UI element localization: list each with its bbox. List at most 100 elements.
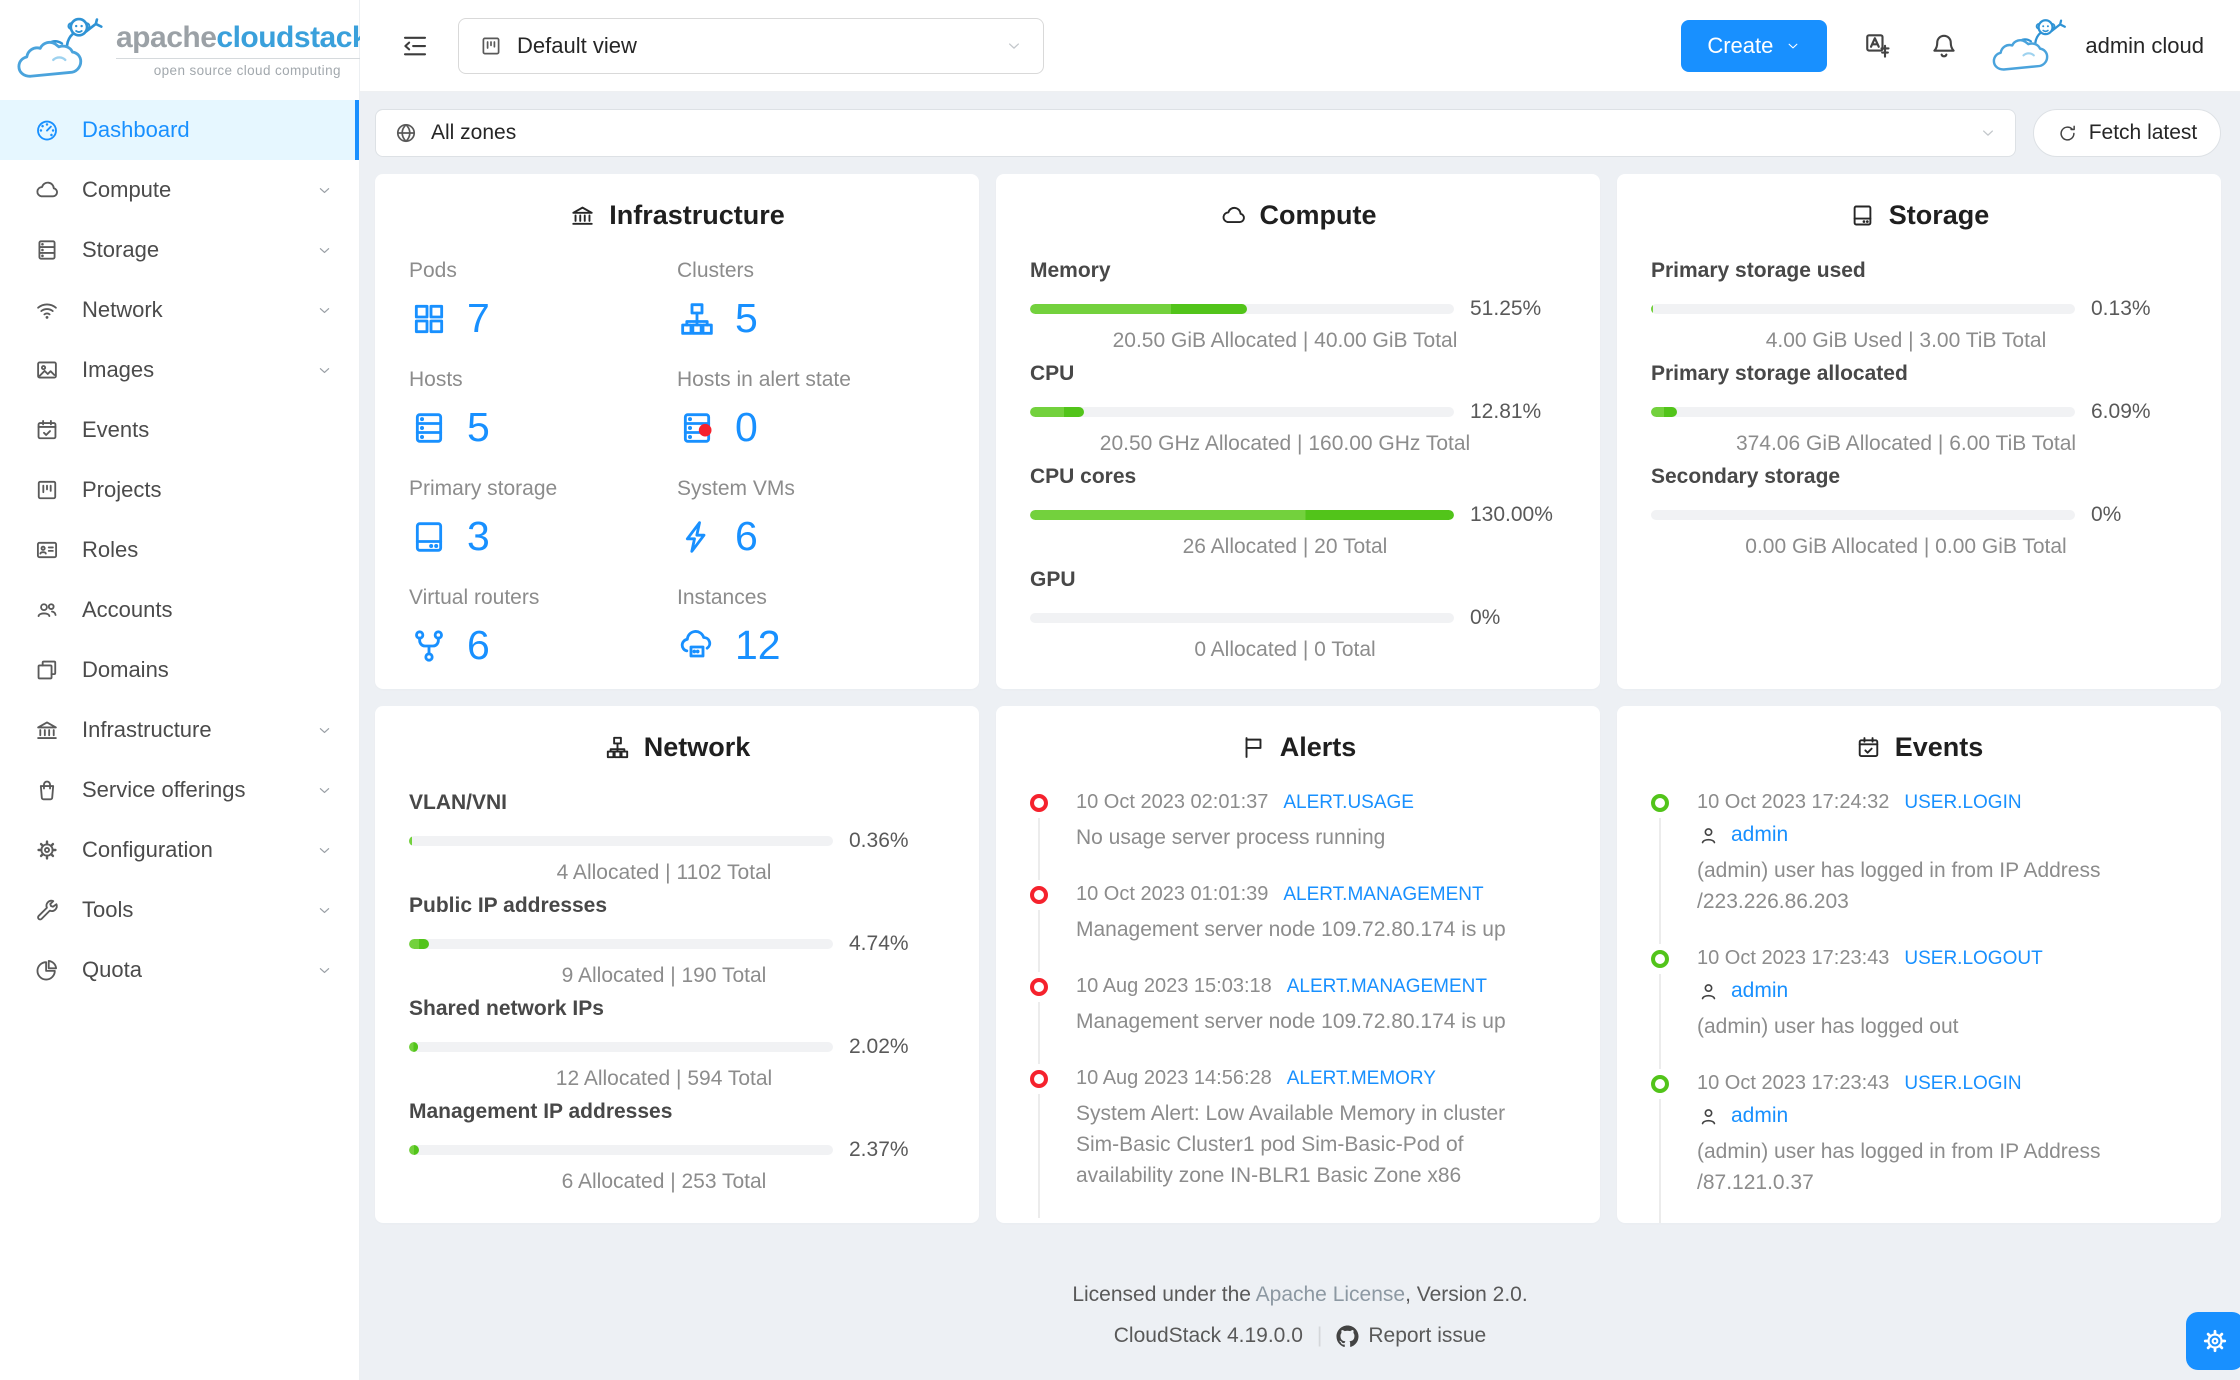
sidebar-item-projects[interactable]: Projects bbox=[0, 460, 359, 520]
menu-fold-icon[interactable] bbox=[400, 31, 430, 61]
meter-caption: 374.06 GiB Allocated | 6.00 TiB Total bbox=[1735, 432, 2077, 455]
event-item-user-logout: 10 Oct 2023 17:23:43 USER.LOGOUT admin (a… bbox=[1651, 947, 2187, 1069]
stat-label: Primary storage bbox=[409, 477, 558, 500]
events-card-title: Events bbox=[1651, 732, 2187, 763]
sidebar-item-accounts[interactable]: Accounts bbox=[0, 580, 359, 640]
theme-settings-button[interactable] bbox=[2186, 1312, 2240, 1370]
chevron-down-icon bbox=[316, 242, 333, 259]
progress-percent: 2.02% bbox=[849, 1035, 909, 1058]
cluster-icon bbox=[604, 734, 631, 761]
sidebar-item-label: Service offerings bbox=[82, 777, 246, 802]
sidebar-item-infrastructure[interactable]: Infrastructure bbox=[0, 700, 359, 760]
view-selector[interactable]: Default view bbox=[458, 17, 1044, 74]
progress-bar bbox=[409, 1042, 833, 1052]
sidebar-item-icon bbox=[34, 477, 60, 503]
sidebar-item-dashboard[interactable]: Dashboard bbox=[0, 100, 359, 160]
event-user-link[interactable]: admin bbox=[1731, 823, 1788, 847]
stat-label: Instances bbox=[677, 586, 767, 609]
sidebar-item-icon bbox=[34, 597, 60, 623]
progress-bar bbox=[409, 836, 833, 846]
progress-bar-fill bbox=[1651, 304, 1653, 314]
stat-value[interactable]: 6 bbox=[409, 622, 677, 669]
sidebar-item-roles[interactable]: Roles bbox=[0, 520, 359, 580]
alert-type-link[interactable]: ALERT.MANAGEMENT bbox=[1287, 1222, 1487, 1223]
notification-bell-icon[interactable] bbox=[1929, 31, 1959, 61]
sidebar-item-quota[interactable]: Quota bbox=[0, 940, 359, 1000]
alert-item-alert-management: 10 Oct 2023 01:01:39 ALERT.MANAGEMENT Man… bbox=[1030, 883, 1566, 972]
logo-divider bbox=[116, 57, 379, 59]
meter-caption: 0.00 GiB Allocated | 0.00 GiB Total bbox=[1745, 535, 2067, 558]
event-user-link[interactable]: admin bbox=[1731, 1104, 1788, 1128]
meter-gpu: GPU 0% 0 Allocated | 0 Total bbox=[1030, 568, 1566, 662]
progress-bar-fill bbox=[1030, 510, 1454, 520]
alert-type-link[interactable]: ALERT.MEMORY bbox=[1287, 1068, 1436, 1089]
brand-logo[interactable]: apachecloudstack™ open source cloud comp… bbox=[0, 0, 379, 92]
chevron-down-icon bbox=[1785, 38, 1801, 54]
stat-value[interactable]: 7 bbox=[409, 295, 677, 342]
alert-text: Management server node 109.72.80.174 is … bbox=[1076, 1010, 1506, 1033]
sidebar-item-label: Roles bbox=[82, 537, 139, 562]
meter-memory: Memory 51.25% 20.50 GiB Allocated | 40.0… bbox=[1030, 259, 1566, 353]
sidebar-item-icon bbox=[34, 177, 60, 203]
sidebar-item-configuration[interactable]: Configuration bbox=[0, 820, 359, 880]
sidebar-item-icon bbox=[34, 537, 60, 563]
sidebar-item-icon bbox=[34, 357, 60, 383]
chevron-down-icon bbox=[316, 722, 333, 739]
footer: Licensed under the Apache License, Versi… bbox=[360, 1283, 2240, 1348]
sidebar-item-icon bbox=[34, 657, 60, 683]
meter-caption: 20.50 GHz Allocated | 160.00 GHz Total bbox=[1099, 432, 1471, 455]
sidebar-item-icon bbox=[34, 717, 60, 743]
report-issue-link[interactable]: Report issue bbox=[1336, 1324, 1486, 1348]
event-type-link[interactable]: USER.LOGIN bbox=[1904, 792, 2021, 813]
alert-item-alert-management: 10 Aug 2023 15:03:18 ALERT.MANAGEMENT Man… bbox=[1030, 975, 1566, 1064]
main-area: Default view Create admin cloud All zone… bbox=[360, 0, 2240, 1380]
progress-bar bbox=[1030, 613, 1454, 623]
cloud-icon bbox=[1220, 202, 1247, 229]
meter-label: Secondary storage bbox=[1651, 465, 1841, 488]
zone-filter-row: All zones Fetch latest bbox=[375, 109, 2221, 157]
zone-selector[interactable]: All zones bbox=[375, 109, 2016, 157]
sidebar-item-storage[interactable]: Storage bbox=[0, 220, 359, 280]
stat-value[interactable]: 12 bbox=[677, 622, 945, 669]
event-item-user-login: 10 Oct 2023 17:24:32 USER.LOGIN admin (ad… bbox=[1651, 791, 2187, 944]
stat-value[interactable]: 6 bbox=[677, 513, 945, 560]
progress-percent: 2.37% bbox=[849, 1138, 909, 1161]
event-type-link[interactable]: USER.LOGIN bbox=[1904, 1073, 2021, 1094]
stat-hosts: Hosts 5 bbox=[409, 368, 677, 451]
meter-caption: 12 Allocated | 594 Total bbox=[555, 1067, 773, 1090]
sidebar-item-domains[interactable]: Domains bbox=[0, 640, 359, 700]
sidebar-item-service-offerings[interactable]: Service offerings bbox=[0, 760, 359, 820]
create-button[interactable]: Create bbox=[1681, 19, 1828, 72]
event-timeline-dot bbox=[1651, 794, 1669, 812]
stat-number: 6 bbox=[735, 513, 758, 559]
translation-icon[interactable] bbox=[1863, 31, 1893, 61]
stat-value[interactable]: 3 bbox=[409, 513, 677, 560]
network-card-title: Network bbox=[409, 732, 945, 763]
event-user-link[interactable]: admin bbox=[1731, 979, 1788, 1003]
storage-card: Storage Primary storage used 0.13% 4.00 … bbox=[1617, 174, 2221, 689]
user-name[interactable]: admin cloud bbox=[2085, 33, 2204, 59]
alert-type-link[interactable]: ALERT.USAGE bbox=[1283, 792, 1414, 813]
stat-value[interactable]: 0 bbox=[677, 404, 945, 451]
github-icon bbox=[1336, 1324, 1359, 1348]
progress-percent: 51.25% bbox=[1470, 297, 1542, 320]
alert-type-link[interactable]: ALERT.MANAGEMENT bbox=[1283, 884, 1483, 905]
sidebar-item-network[interactable]: Network bbox=[0, 280, 359, 340]
fetch-latest-button[interactable]: Fetch latest bbox=[2033, 109, 2221, 157]
sidebar-item-tools[interactable]: Tools bbox=[0, 880, 359, 940]
event-type-link[interactable]: USER.LOGOUT bbox=[1904, 948, 2042, 969]
sidebar-item-compute[interactable]: Compute bbox=[0, 160, 359, 220]
sidebar-item-icon bbox=[34, 237, 60, 263]
meter-label: Management IP addresses bbox=[409, 1100, 673, 1123]
dashboard-cards-row2: Network VLAN/VNI 0.36% 4 Allocated | 110… bbox=[375, 706, 2221, 1223]
flag-icon bbox=[1240, 734, 1267, 761]
user-avatar[interactable] bbox=[1989, 15, 2073, 77]
stat-value[interactable]: 5 bbox=[409, 404, 677, 451]
progress-bar-fill bbox=[409, 1042, 418, 1052]
sidebar-item-images[interactable]: Images bbox=[0, 340, 359, 400]
alert-type-link[interactable]: ALERT.MANAGEMENT bbox=[1287, 976, 1487, 997]
stat-value[interactable]: 5 bbox=[677, 295, 945, 342]
alert-timeline-dot bbox=[1030, 978, 1048, 996]
sidebar-item-events[interactable]: Events bbox=[0, 400, 359, 460]
apache-license-link[interactable]: Apache License bbox=[1256, 1283, 1405, 1306]
